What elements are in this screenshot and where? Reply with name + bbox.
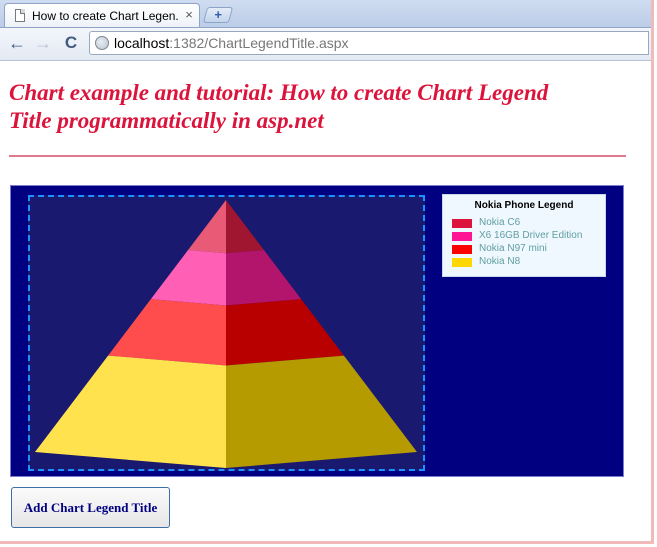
browser-toolbar: ← → C localhost:1382/ChartLegendTitle.as… [0, 28, 651, 61]
chart-container: Nokia Phone Legend Nokia C6 X6 16GB Drive… [10, 185, 624, 477]
pyramid-segment-right [226, 250, 302, 306]
url-text: localhost:1382/ChartLegendTitle.aspx [114, 35, 349, 51]
forward-icon[interactable]: → [32, 32, 54, 54]
legend-swatch [452, 232, 472, 241]
page-title-line1: Chart example and tutorial: How to creat… [9, 80, 549, 105]
pyramid-segment-left [150, 250, 226, 306]
pyramid-segment-right [226, 299, 344, 366]
page-title-line2: Title programmatically in asp.net [9, 108, 324, 133]
tab-strip: How to create Chart Legen... × + [0, 0, 651, 28]
pyramid-segment-left [35, 355, 226, 468]
pyramid-chart [35, 200, 417, 468]
back-icon[interactable]: ← [6, 32, 28, 54]
add-chart-legend-title-button[interactable]: Add Chart Legend Title [11, 487, 170, 528]
address-bar[interactable]: localhost:1382/ChartLegendTitle.aspx [89, 31, 649, 55]
page-title: Chart example and tutorial: How to creat… [9, 79, 629, 135]
legend-label: X6 16GB Driver Edition [479, 230, 583, 241]
globe-icon [95, 36, 109, 50]
legend-label: Nokia C6 [479, 217, 521, 228]
reload-icon[interactable]: C [60, 32, 82, 54]
tab-title: How to create Chart Legen... [32, 9, 178, 23]
page-icon [15, 9, 25, 22]
tab-active[interactable]: How to create Chart Legen... × [4, 3, 200, 27]
legend-swatch [452, 258, 472, 267]
chart-plot-area [28, 195, 425, 471]
legend-label: Nokia N8 [479, 256, 521, 267]
legend-swatch [452, 245, 472, 254]
pyramid-segment-left [188, 200, 226, 254]
legend-title: Nokia Phone Legend [474, 200, 574, 211]
chart-legend: Nokia Phone Legend Nokia C6 X6 16GB Drive… [442, 194, 606, 277]
pyramid-segment-right [226, 200, 264, 254]
legend-swatch [452, 219, 472, 228]
url-path: :1382/ChartLegendTitle.aspx [169, 35, 349, 51]
new-tab-button[interactable]: + [202, 7, 234, 23]
pyramid-segment-left [108, 299, 226, 366]
url-host: localhost [114, 35, 170, 51]
close-icon[interactable]: × [183, 8, 195, 22]
horizontal-rule [9, 155, 626, 157]
legend-label: Nokia N97 mini [479, 243, 547, 254]
plus-icon: + [214, 7, 222, 22]
pyramid-segment-right [226, 355, 417, 468]
